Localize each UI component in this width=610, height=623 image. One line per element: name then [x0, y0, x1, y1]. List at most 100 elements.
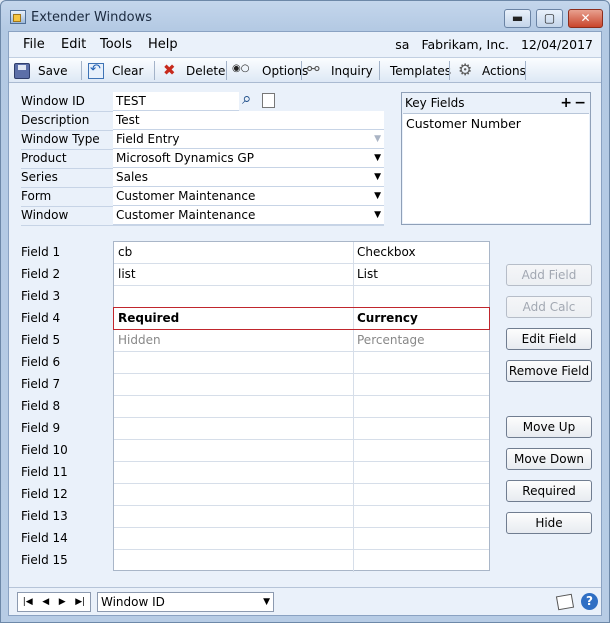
field-label: Field 4 [21, 311, 61, 325]
window-type-dropdown[interactable]: Field Entry [113, 130, 384, 149]
series-dropdown[interactable]: Sales [113, 168, 384, 187]
new-document-icon[interactable] [262, 93, 275, 108]
options-icon [232, 63, 254, 79]
field-name-cell: cb [118, 245, 133, 259]
options-button[interactable]: Options [232, 61, 308, 80]
series-label: Series [21, 170, 58, 184]
required-button[interactable]: Required [506, 480, 592, 502]
table-row[interactable] [114, 506, 489, 528]
move-down-button[interactable]: Move Down [506, 448, 592, 470]
delete-icon [162, 61, 178, 79]
menu-tools[interactable]: Tools [100, 37, 132, 52]
table-row[interactable] [114, 484, 489, 506]
table-row[interactable] [114, 286, 489, 308]
field-label: Field 12 [21, 487, 68, 501]
field-type-cell: Checkbox [357, 245, 416, 259]
menu-bar: File Edit Tools Help sa Fabrikam, Inc. 1… [9, 32, 601, 56]
table-row[interactable]: cb Checkbox [114, 242, 489, 264]
table-row-selected[interactable]: Required Currency [113, 307, 490, 330]
field-name-cell: list [118, 267, 136, 281]
previous-record-icon[interactable]: ◀ [42, 597, 49, 607]
field-type-cell: List [357, 267, 378, 281]
extender-windows-window: Extender Windows ▬ ▢ ✕ File Edit Tools H… [0, 0, 610, 623]
field-label: Field 8 [21, 399, 61, 413]
actions-icon [458, 60, 474, 79]
table-row[interactable] [114, 550, 489, 572]
clear-icon [88, 62, 104, 79]
minimize-button[interactable]: ▬ [504, 9, 531, 28]
table-row[interactable] [114, 462, 489, 484]
add-calc-button[interactable]: Add Calc [506, 296, 592, 318]
key-fields-list[interactable]: Customer Number [403, 113, 589, 223]
session-status: sa Fabrikam, Inc. 12/04/2017 [387, 37, 593, 52]
close-button[interactable]: ✕ [568, 9, 603, 28]
field-label: Field 6 [21, 355, 61, 369]
key-fields-panel: Key Fields + − Customer Number [401, 92, 591, 225]
fields-grid: cb Checkbox list List Required Currency … [113, 241, 490, 572]
table-row[interactable]: Hidden Percentage [114, 330, 489, 352]
note-icon[interactable] [555, 593, 575, 611]
field-label: Field 11 [21, 465, 68, 479]
table-row[interactable] [114, 352, 489, 374]
save-icon [14, 62, 30, 79]
hide-button[interactable]: Hide [506, 512, 592, 534]
inquiry-button[interactable]: Inquiry [307, 60, 373, 80]
table-row[interactable] [114, 440, 489, 462]
form-dropdown[interactable]: Customer Maintenance [113, 187, 384, 206]
window-client-area: File Edit Tools Help sa Fabrikam, Inc. 1… [8, 31, 602, 616]
clear-button[interactable]: Clear [88, 61, 143, 80]
list-item[interactable]: Customer Number [403, 114, 589, 133]
title-bar: Extender Windows ▬ ▢ ✕ [1, 1, 609, 31]
move-up-button[interactable]: Move Up [506, 416, 592, 438]
user-name: sa [395, 37, 410, 52]
navigation-bar: |◀ ◀ ▶ ▶| Window ID ? [9, 587, 601, 615]
company-name: Fabrikam, Inc. [421, 37, 509, 52]
add-field-button[interactable]: Add Field [506, 264, 592, 286]
table-row[interactable] [114, 396, 489, 418]
templates-button[interactable]: Templates [390, 61, 451, 80]
table-row[interactable] [114, 418, 489, 440]
field-label: Field 15 [21, 553, 68, 567]
menu-file[interactable]: File [23, 37, 45, 52]
last-record-icon[interactable]: ▶| [75, 597, 85, 607]
field-type-cell: Currency [357, 311, 418, 325]
description-field[interactable]: Test [113, 111, 384, 130]
table-row[interactable]: list List [114, 264, 489, 286]
field-name-cell: Required [118, 311, 180, 325]
remove-field-button[interactable]: Remove Field [506, 360, 592, 382]
product-label: Product [21, 151, 67, 165]
save-button[interactable]: Save [14, 61, 67, 80]
field-name-cell: Hidden [118, 333, 161, 347]
edit-field-button[interactable]: Edit Field [506, 328, 592, 350]
first-record-icon[interactable]: |◀ [23, 597, 33, 607]
remove-key-field-icon[interactable]: − [574, 93, 586, 113]
window-id-field[interactable]: TEST [113, 92, 239, 111]
maximize-button[interactable]: ▢ [536, 9, 563, 28]
description-label: Description [21, 113, 90, 127]
field-label: Field 13 [21, 509, 68, 523]
field-label: Field 2 [21, 267, 61, 281]
delete-button[interactable]: Delete [162, 61, 225, 80]
menu-help[interactable]: Help [148, 37, 178, 52]
next-record-icon[interactable]: ▶ [59, 597, 66, 607]
product-dropdown[interactable]: Microsoft Dynamics GP [113, 149, 384, 168]
help-icon[interactable]: ? [581, 593, 598, 610]
window-id-label: Window ID [21, 94, 85, 108]
actions-button[interactable]: Actions [458, 60, 526, 80]
add-key-field-icon[interactable]: + [560, 93, 572, 113]
magnifier-icon[interactable] [242, 89, 258, 109]
field-label: Field 14 [21, 531, 68, 545]
field-label: Field 9 [21, 421, 61, 435]
menu-edit[interactable]: Edit [61, 37, 86, 52]
record-navigation: |◀ ◀ ▶ ▶| [17, 592, 91, 612]
window-label: Window [21, 208, 69, 222]
window-dropdown[interactable]: Customer Maintenance [113, 206, 384, 225]
table-row[interactable] [114, 528, 489, 550]
window-type-label: Window Type [21, 132, 100, 146]
key-fields-title: Key Fields [405, 96, 465, 110]
form-label: Form [21, 189, 52, 203]
sort-by-dropdown[interactable]: Window ID [97, 592, 274, 612]
table-row[interactable] [114, 374, 489, 396]
action-toolbar: Save Clear Delete Options Inquiry Templa… [9, 57, 601, 83]
key-fields-header: Key Fields + − [402, 93, 590, 113]
